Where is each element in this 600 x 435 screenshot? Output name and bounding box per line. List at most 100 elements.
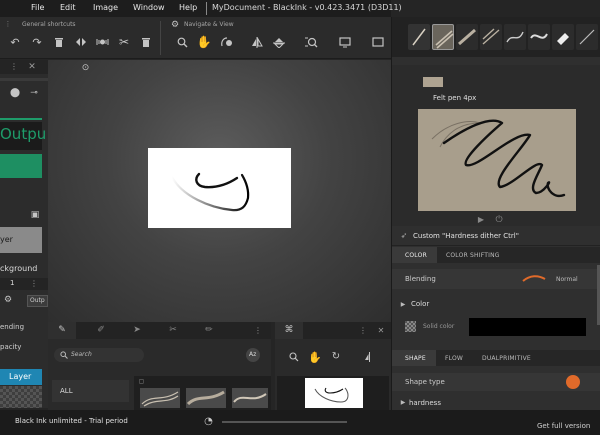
menu-edit[interactable]: Edit: [60, 3, 76, 12]
menu-window[interactable]: Window: [133, 3, 165, 12]
tools-icon[interactable]: ✂: [167, 325, 179, 336]
brush-thumb-5[interactable]: [504, 24, 526, 50]
paint-brush-icon[interactable]: ✐: [95, 325, 107, 336]
brush-stack-icon: ✎: [58, 325, 66, 335]
sort-button[interactable]: Az: [246, 348, 260, 362]
clear-layer-icon[interactable]: [139, 35, 153, 49]
brush-category-tabs: ✎ ✐ ➤ ✂ ✏ ⋮: [48, 322, 271, 339]
tab-color[interactable]: COLOR: [392, 247, 437, 263]
brush-tab-active[interactable]: ✎: [48, 322, 76, 339]
shape-type-row[interactable]: Shape type: [392, 373, 600, 391]
hardness-label: hardness: [409, 399, 441, 407]
nav-zoom-icon[interactable]: [288, 351, 300, 363]
delete-icon[interactable]: [52, 35, 66, 49]
tab-flow[interactable]: FLOW: [445, 355, 463, 362]
canvas-viewport[interactable]: ⊙: [48, 60, 391, 322]
cut-icon[interactable]: ✂: [117, 35, 131, 49]
grid-toggle-icon[interactable]: ▢: [138, 378, 145, 386]
get-full-version-link[interactable]: Get full version: [537, 423, 590, 430]
undo-icon[interactable]: ↶: [8, 35, 22, 49]
rotate-hand-icon[interactable]: [219, 35, 233, 49]
brush-thumb-1[interactable]: [408, 24, 430, 50]
layer-button[interactable]: yer: [0, 227, 42, 253]
brush-thumb-3[interactable]: [456, 24, 478, 50]
nav-rotate-icon[interactable]: ↻: [330, 351, 342, 363]
smudge-icon[interactable]: ➤: [131, 325, 143, 336]
settings-toggle-icon[interactable]: ⊸: [28, 87, 40, 99]
redo-icon[interactable]: ↷: [30, 35, 44, 49]
output-node[interactable]: Outpu: [0, 122, 46, 150]
shape-tabs: SHAPE FLOW DUALPRIMITIVE: [392, 350, 600, 366]
brush-name: Felt pen 4px: [433, 94, 477, 102]
blending-row[interactable]: Blending Normal: [392, 269, 600, 289]
brush-thumb-4[interactable]: [480, 24, 502, 50]
color-swatch[interactable]: [469, 318, 586, 336]
zoom-fit-icon[interactable]: [303, 35, 319, 49]
drawing-document[interactable]: [148, 148, 291, 228]
brush-preset-2[interactable]: [186, 388, 226, 408]
eraser-thumb[interactable]: [552, 24, 574, 50]
play-icon[interactable]: ▶: [476, 215, 486, 225]
panel-menu-icon[interactable]: ⋮: [10, 62, 18, 72]
tab-shape[interactable]: SHAPE: [392, 350, 436, 366]
search-box[interactable]: Search: [54, 348, 144, 362]
navigator-panel: ⌘ ⋮ ✕ ✋ ↻: [275, 322, 391, 410]
layer-tab-number[interactable]: 1: [10, 280, 14, 287]
pan-hand-icon[interactable]: ✋: [197, 35, 212, 49]
category-all[interactable]: ALL: [52, 380, 129, 402]
present-icon[interactable]: [371, 35, 385, 49]
layer-options-icon[interactable]: ⚙: [3, 295, 13, 305]
title-separator: [206, 2, 207, 15]
blending-label: ending: [0, 323, 25, 331]
menu-file[interactable]: File: [31, 3, 44, 12]
layer-tab-menu-icon[interactable]: ⋮: [30, 279, 38, 289]
layer-button-label: yer: [0, 235, 13, 244]
layer-item[interactable]: Layer: [0, 369, 42, 385]
gear-icon[interactable]: ⚙: [170, 20, 180, 30]
menu-help[interactable]: Help: [179, 3, 197, 12]
menu-image[interactable]: Image: [93, 3, 118, 12]
close-icon[interactable]: ✕: [27, 62, 37, 72]
shape-type-dot[interactable]: [566, 375, 580, 389]
brush-panel-menu-icon[interactable]: ⋮: [254, 325, 262, 336]
solid-color-label: Solid color: [423, 323, 455, 330]
navigator-preview[interactable]: [277, 376, 389, 410]
pencil-icon[interactable]: ✏: [203, 325, 215, 336]
brush-thumb-6[interactable]: [528, 24, 550, 50]
brush-preset-3[interactable]: [232, 388, 268, 408]
shortcut-toolbar: ⋮ General shortcuts ↶ ↷ ✂ ⚙ Navigate & V…: [0, 17, 391, 59]
category-all-label: ALL: [60, 387, 73, 395]
flip-vertical-icon[interactable]: [272, 35, 286, 49]
hardness-row[interactable]: ▶ hardness: [392, 397, 600, 410]
tab-dualprimitive[interactable]: DUALPRIMITIVE: [482, 355, 531, 362]
power-icon[interactable]: ⏻: [494, 215, 504, 225]
navigator-close-icon[interactable]: ✕: [376, 325, 386, 336]
navigator-menu-icon[interactable]: ⋮: [359, 325, 367, 336]
custom-preset-row[interactable]: ➶ Custom "Hardness dither Ctrl": [392, 226, 600, 246]
brush-preset-1[interactable]: [140, 388, 180, 408]
background-layer-label[interactable]: ckground: [0, 265, 37, 273]
nav-mirror-icon[interactable]: [363, 351, 375, 363]
tab-color-shifting[interactable]: COLOR SHIFTING: [446, 252, 500, 259]
output-tab[interactable]: Outp: [27, 295, 48, 307]
zoom-icon[interactable]: [175, 35, 189, 49]
timer-icon: ◔: [204, 415, 213, 427]
strip-pointer: [482, 57, 502, 72]
flip-horizontal-icon[interactable]: [74, 35, 88, 49]
brush-library-panel: ✎ ✐ ➤ ✂ ✏ ⋮ Search Az ALL ▢: [48, 322, 271, 410]
color-section-header[interactable]: ▶ Color: [392, 297, 600, 313]
ink-stroke: [170, 172, 250, 212]
mask-icon[interactable]: ▣: [30, 210, 40, 220]
tab-color-label: COLOR: [405, 252, 427, 259]
brush-toggle-icon[interactable]: ⬤: [9, 87, 21, 99]
fullscreen-icon[interactable]: [338, 35, 352, 49]
brush-thumb-2-selected[interactable]: [432, 24, 454, 50]
navigator-tab[interactable]: ⌘: [275, 322, 303, 339]
brush-thumb-8[interactable]: [576, 24, 598, 50]
canvas-origin-icon: ⊙: [81, 63, 90, 73]
layer-item-label: Layer: [9, 372, 32, 381]
symmetry-icon[interactable]: [95, 35, 109, 49]
mirror-view-icon[interactable]: [250, 35, 264, 49]
nav-pan-icon[interactable]: ✋: [308, 351, 322, 363]
dock-divider: [0, 78, 48, 81]
